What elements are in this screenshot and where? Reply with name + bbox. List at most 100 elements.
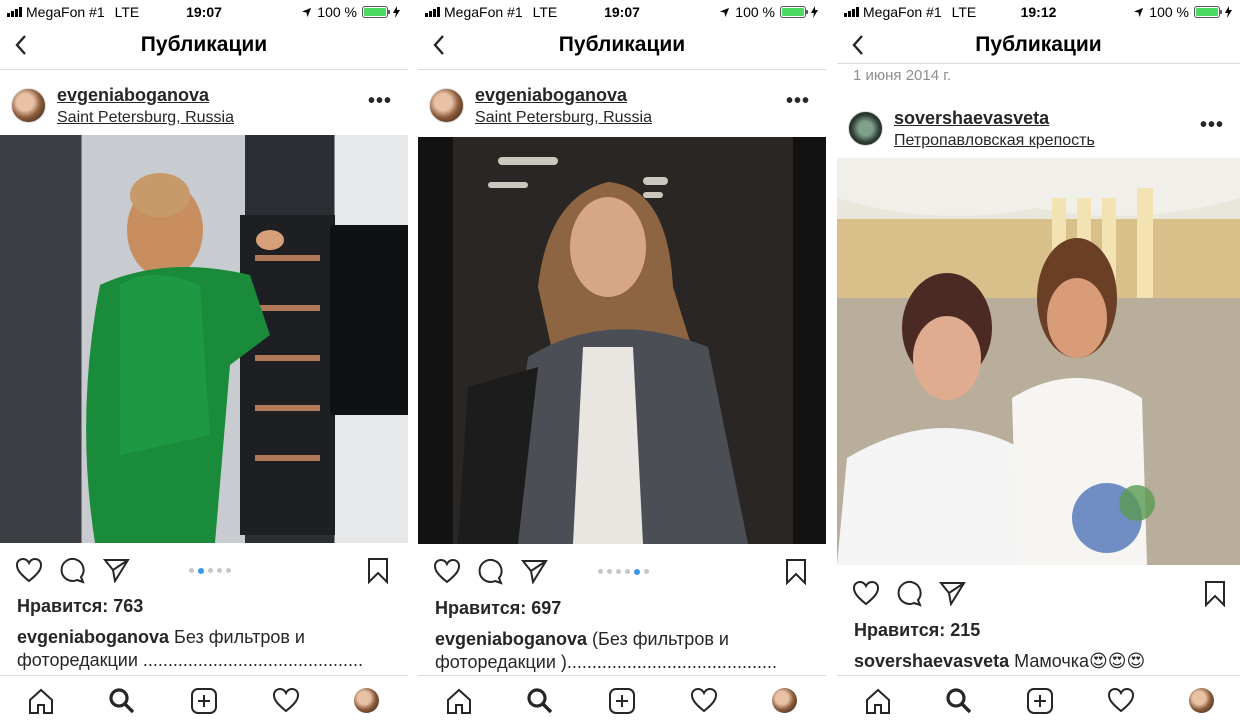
search-icon[interactable]	[108, 687, 136, 715]
post-username[interactable]: sovershaevasveta	[894, 108, 1049, 129]
caption-username[interactable]: evgeniaboganova	[17, 627, 169, 647]
battery-percent: 100 %	[1149, 4, 1189, 20]
post-location[interactable]: Saint Petersburg, Russia	[57, 109, 234, 127]
post-header: evgeniaboganova Saint Petersburg, Russia…	[0, 80, 408, 140]
post-actions	[418, 550, 826, 590]
app-comparison: MegaFon #1 LTE 19:07 100 % Публикации ev…	[0, 0, 1240, 725]
heart-icon[interactable]	[433, 558, 461, 584]
post-caption: evgeniaboganova (Без фильтров и фотореда…	[435, 628, 814, 674]
post-photo[interactable]	[837, 158, 1240, 565]
post-caption: sovershaevasveta Мамочка😍😍😍	[854, 650, 1228, 673]
avatar[interactable]	[11, 88, 46, 123]
status-bar: MegaFon #1 LTE 19:12 100 %	[837, 0, 1240, 24]
post-location[interactable]: Saint Petersburg, Russia	[475, 109, 652, 127]
nav-bar: Публикации	[0, 24, 408, 70]
photo-illustration	[86, 173, 408, 543]
post-actions	[837, 572, 1240, 612]
tab-bar	[837, 675, 1240, 725]
caption-text: Мамочка😍😍😍	[1009, 651, 1146, 671]
add-post-icon[interactable]	[190, 687, 218, 715]
tab-bar	[0, 675, 408, 725]
more-dots-icon[interactable]: •••	[368, 90, 392, 113]
carousel-dot	[616, 569, 621, 574]
carousel-dot-active	[634, 568, 640, 575]
like-count[interactable]: Нравится: 697	[435, 598, 561, 619]
home-icon[interactable]	[445, 687, 473, 715]
comment-icon[interactable]	[59, 557, 86, 584]
page-title: Публикации	[140, 33, 268, 56]
photo-illustration	[837, 158, 1240, 565]
profile-avatar[interactable]	[772, 688, 797, 713]
bookmark-icon[interactable]	[366, 557, 390, 584]
carousel-dot	[226, 568, 231, 573]
like-count[interactable]: Нравится: 215	[854, 620, 980, 641]
divider	[408, 0, 418, 725]
send-icon[interactable]	[939, 580, 966, 606]
add-post-icon[interactable]	[608, 687, 636, 715]
post-username[interactable]: evgeniaboganova	[57, 85, 209, 106]
carousel-dot	[189, 568, 194, 573]
battery-percent: 100 %	[317, 4, 357, 20]
home-icon[interactable]	[864, 687, 892, 715]
charging-icon	[1225, 6, 1232, 18]
carousel-dot	[644, 569, 649, 574]
charging-icon	[393, 6, 400, 18]
battery-icon	[362, 6, 390, 18]
add-post-icon[interactable]	[1026, 687, 1054, 715]
location-arrow-icon	[1134, 7, 1144, 17]
search-icon[interactable]	[945, 687, 973, 715]
post-header: evgeniaboganova Saint Petersburg, Russia…	[418, 80, 826, 140]
post-location[interactable]: Петропавловская крепость	[894, 132, 1095, 150]
comment-icon[interactable]	[896, 580, 923, 607]
carousel-dot	[217, 568, 222, 573]
carousel-dot	[607, 569, 612, 574]
caption-username[interactable]: sovershaevasveta	[854, 651, 1009, 671]
like-count[interactable]: Нравится: 763	[17, 596, 143, 617]
avatar[interactable]	[848, 111, 883, 146]
post-photo[interactable]	[418, 137, 826, 544]
battery-icon	[1194, 6, 1222, 18]
photo-illustration	[453, 137, 793, 544]
post-username[interactable]: evgeniaboganova	[475, 85, 627, 106]
caption-username[interactable]: evgeniaboganova	[435, 629, 587, 649]
tab-bar	[418, 675, 826, 725]
charging-icon	[811, 6, 818, 18]
post-header: sovershaevasveta Петропавловская крепост…	[837, 102, 1240, 162]
carousel-indicator	[598, 568, 649, 575]
search-icon[interactable]	[526, 687, 554, 715]
send-icon[interactable]	[103, 557, 130, 583]
heart-icon[interactable]	[690, 687, 718, 713]
post-date-visible: 1 июня 2014 г.	[853, 67, 952, 84]
divider	[826, 0, 837, 725]
more-dots-icon[interactable]: •••	[786, 90, 810, 113]
post-photo[interactable]	[0, 135, 408, 543]
send-icon[interactable]	[521, 558, 548, 584]
more-dots-icon[interactable]: •••	[1200, 114, 1224, 137]
location-arrow-icon	[720, 7, 730, 17]
location-arrow-icon	[302, 7, 312, 17]
heart-icon[interactable]	[15, 557, 43, 583]
page-title: Публикации	[975, 33, 1102, 56]
profile-avatar[interactable]	[1189, 688, 1214, 713]
status-bar: MegaFon #1 LTE 19:07 100 %	[418, 0, 826, 24]
page-title: Публикации	[558, 33, 686, 56]
post-caption: evgeniaboganova Без фильтров и фоторедак…	[17, 626, 396, 672]
bookmark-icon[interactable]	[1203, 580, 1227, 607]
carousel-indicator	[189, 567, 231, 574]
profile-avatar[interactable]	[354, 688, 379, 713]
carousel-dot	[598, 569, 603, 574]
status-bar: MegaFon #1 LTE 19:07 100 %	[0, 0, 408, 24]
phone-screen-3: MegaFon #1 LTE 19:12 100 % 1 июня 2014 г…	[837, 0, 1240, 725]
post-actions	[0, 549, 408, 589]
carousel-dot	[208, 568, 213, 573]
avatar[interactable]	[429, 88, 464, 123]
battery-percent: 100 %	[735, 4, 775, 20]
heart-icon[interactable]	[852, 580, 880, 606]
comment-icon[interactable]	[477, 558, 504, 585]
heart-icon[interactable]	[1107, 687, 1135, 713]
home-icon[interactable]	[27, 687, 55, 715]
carousel-dot	[625, 569, 630, 574]
heart-icon[interactable]	[272, 687, 300, 713]
nav-bar: Публикации	[418, 24, 826, 70]
bookmark-icon[interactable]	[784, 558, 808, 585]
